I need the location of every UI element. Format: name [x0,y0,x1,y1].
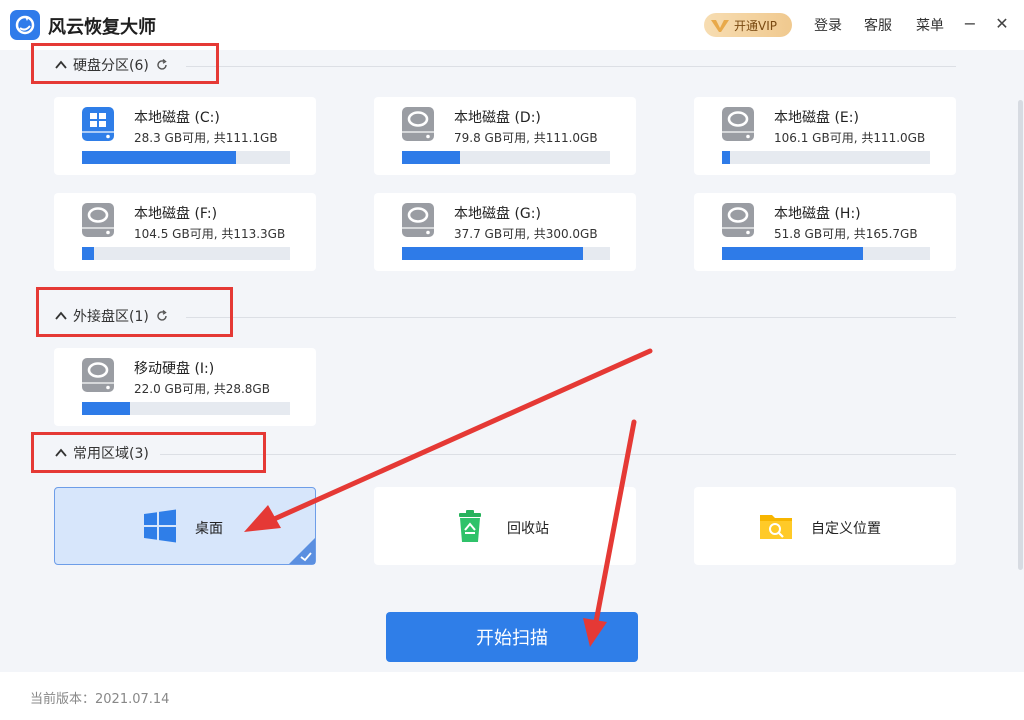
version-label: 当前版本：2021.07.14 [30,692,170,707]
section-divider [160,454,956,455]
external-section-label: 外接盘区(1) [73,309,149,325]
login-link[interactable]: 登录 [814,15,842,35]
drive-card[interactable]: 本地磁盘 (C:) 28.3 GB可用, 共111.1GB [54,97,316,175]
selected-check-icon [289,538,315,564]
minimize-button[interactable]: − [960,12,980,36]
drive-usage-bar [402,151,610,164]
common-section-label: 常用区域(3) [73,446,149,462]
drive-capacity: 79.8 GB可用, 共111.0GB [454,131,598,145]
drive-usage-fill [722,247,864,260]
drive-usage-bar [722,151,930,164]
app-logo-icon [10,10,40,40]
location-custom-card[interactable]: 自定义位置 [694,487,956,565]
drive-capacity: 28.3 GB可用, 共111.1GB [134,131,278,145]
section-divider [186,317,956,318]
drive-usage-bar [82,151,290,164]
drive-usage-bar [82,247,290,260]
drive-usage-bar [722,247,930,260]
scrollbar[interactable] [1018,100,1023,570]
drive-usage-fill [82,247,95,260]
partitions-section-label: 硬盘分区(6) [73,58,149,74]
hard-disk-icon [401,106,435,142]
recycle-bin-icon [459,510,481,542]
app-title: 风云恢复大师 [48,17,156,38]
menu-link[interactable]: 菜单 [916,15,944,35]
close-button[interactable]: ✕ [992,12,1012,36]
vip-button[interactable]: 开通VIP [704,13,792,37]
chevron-up-icon [55,60,67,69]
chevron-up-icon [55,311,67,320]
location-desktop-card[interactable]: 桌面 [54,487,316,565]
drive-name: 本地磁盘 (F:) [134,206,218,222]
drive-capacity: 104.5 GB可用, 共113.3GB [134,227,286,241]
drive-card[interactable]: 本地磁盘 (H:) 51.8 GB可用, 共165.7GB [694,193,956,271]
refresh-icon[interactable] [155,309,169,323]
drive-usage-fill [402,151,461,164]
drive-capacity: 106.1 GB可用, 共111.0GB [774,131,926,145]
drive-name: 本地磁盘 (C:) [134,110,220,126]
drive-card[interactable]: 本地磁盘 (D:) 79.8 GB可用, 共111.0GB [374,97,636,175]
drive-name: 本地磁盘 (G:) [454,206,541,222]
folder-search-icon [760,515,792,539]
drive-card[interactable]: 本地磁盘 (F:) 104.5 GB可用, 共113.3GB [54,193,316,271]
location-label: 回收站 [507,521,549,537]
drive-capacity: 51.8 GB可用, 共165.7GB [774,227,918,241]
external-section-header[interactable]: 外接盘区(1) [54,305,169,327]
title-bar: 风云恢复大师 开通VIP 登录 客服 菜单 − ✕ [0,0,1024,50]
vip-crown-icon [711,20,729,32]
drive-usage-fill [82,151,236,164]
chevron-up-icon [55,448,67,457]
customer-service-link[interactable]: 客服 [864,15,892,35]
footer: 当前版本：2021.07.14 [0,672,1024,720]
drive-card[interactable]: 本地磁盘 (E:) 106.1 GB可用, 共111.0GB [694,97,956,175]
system-disk-icon [81,106,115,142]
hard-disk-icon [721,202,755,238]
location-recycle-bin-card[interactable]: 回收站 [374,487,636,565]
common-section-header[interactable]: 常用区域(3) [54,442,149,464]
drive-usage-bar [82,402,290,415]
drive-name: 移动硬盘 (I:) [134,361,215,377]
location-label: 桌面 [195,521,223,537]
drive-card[interactable]: 移动硬盘 (I:) 22.0 GB可用, 共28.8GB [54,348,316,426]
drive-usage-fill [82,402,130,415]
drive-name: 本地磁盘 (E:) [774,110,859,126]
partitions-section-header[interactable]: 硬盘分区(6) [54,54,169,76]
drive-capacity: 37.7 GB可用, 共300.0GB [454,227,598,241]
vip-label: 开通VIP [734,18,777,33]
drive-name: 本地磁盘 (D:) [454,110,541,126]
windows-icon [144,509,176,543]
start-scan-button[interactable]: 开始扫描 [386,612,638,662]
hard-disk-icon [81,202,115,238]
removable-disk-icon [81,357,115,393]
drive-usage-fill [402,247,583,260]
hard-disk-icon [721,106,755,142]
drive-capacity: 22.0 GB可用, 共28.8GB [134,382,270,396]
hard-disk-icon [401,202,435,238]
refresh-icon[interactable] [155,58,169,72]
drive-card[interactable]: 本地磁盘 (G:) 37.7 GB可用, 共300.0GB [374,193,636,271]
drive-usage-bar [402,247,610,260]
drive-name: 本地磁盘 (H:) [774,206,861,222]
location-label: 自定义位置 [811,521,881,537]
section-divider [186,66,956,67]
drive-usage-fill [722,151,731,164]
